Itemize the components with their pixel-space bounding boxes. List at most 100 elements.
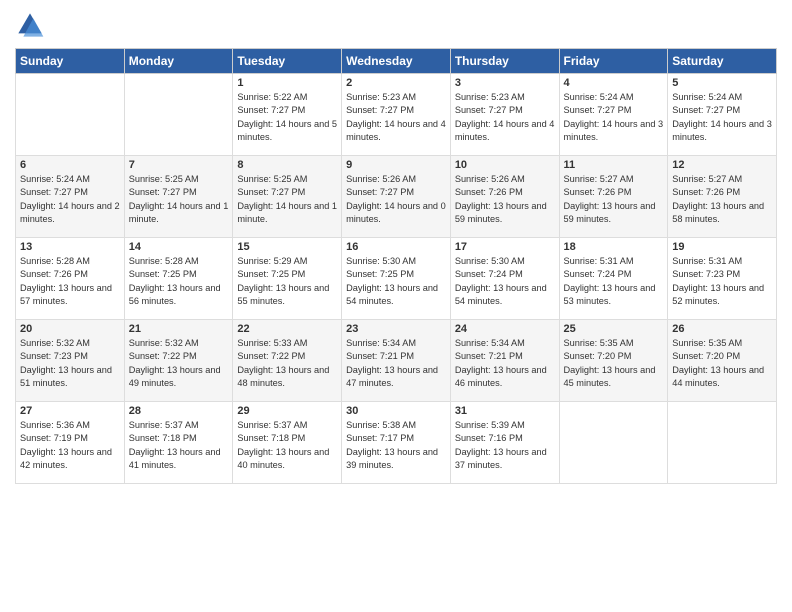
calendar-cell: 2 Sunrise: 5:23 AM Sunset: 7:27 PM Daylig… xyxy=(342,74,451,156)
day-info: Sunrise: 5:29 AM Sunset: 7:25 PM Dayligh… xyxy=(237,255,337,308)
day-number: 29 xyxy=(237,405,337,417)
calendar-cell: 11Sunrise: 5:27 AM Sunset: 7:26 PM Dayli… xyxy=(559,156,668,238)
weekday-header: Friday xyxy=(559,49,668,74)
calendar-week-row: 20 Sunrise: 5:32 AM Sunset: 7:23 PM Dayli… xyxy=(16,320,777,402)
day-info: Sunrise: 5:35 AM Sunset: 7:20 PM Dayligh… xyxy=(564,337,664,390)
calendar-cell: 22 Sunrise: 5:33 AM Sunset: 7:22 PM Dayli… xyxy=(233,320,342,402)
calendar-cell xyxy=(668,402,777,484)
calendar: SundayMondayTuesdayWednesdayThursdayFrid… xyxy=(15,48,777,484)
day-number: 21 xyxy=(129,323,229,335)
calendar-cell: 18 Sunrise: 5:31 AM Sunset: 7:24 PM Dayli… xyxy=(559,238,668,320)
day-info: Sunrise: 5:23 AM Sunset: 7:27 PM Dayligh… xyxy=(455,91,555,144)
calendar-cell: 20 Sunrise: 5:32 AM Sunset: 7:23 PM Dayli… xyxy=(16,320,125,402)
day-info: Sunrise: 5:24 AM Sunset: 7:27 PM Dayligh… xyxy=(564,91,664,144)
day-number: 5 xyxy=(672,77,772,89)
calendar-cell: 23 Sunrise: 5:34 AM Sunset: 7:21 PM Dayli… xyxy=(342,320,451,402)
day-info: Sunrise: 5:31 AM Sunset: 7:23 PM Dayligh… xyxy=(672,255,772,308)
calendar-cell: 15 Sunrise: 5:29 AM Sunset: 7:25 PM Dayli… xyxy=(233,238,342,320)
day-number: 16 xyxy=(346,241,446,253)
weekday-row: SundayMondayTuesdayWednesdayThursdayFrid… xyxy=(16,49,777,74)
day-number: 19 xyxy=(672,241,772,253)
weekday-header: Thursday xyxy=(450,49,559,74)
calendar-cell xyxy=(124,74,233,156)
weekday-header: Tuesday xyxy=(233,49,342,74)
calendar-cell: 24Sunrise: 5:34 AM Sunset: 7:21 PM Dayli… xyxy=(450,320,559,402)
day-info: Sunrise: 5:37 AM Sunset: 7:18 PM Dayligh… xyxy=(129,419,229,472)
calendar-cell: 25Sunrise: 5:35 AM Sunset: 7:20 PM Dayli… xyxy=(559,320,668,402)
logo xyxy=(15,10,49,40)
day-number: 6 xyxy=(20,159,120,171)
day-number: 24 xyxy=(455,323,555,335)
calendar-cell: 7Sunrise: 5:25 AM Sunset: 7:27 PM Daylig… xyxy=(124,156,233,238)
calendar-body: 1 Sunrise: 5:22 AM Sunset: 7:27 PM Daylig… xyxy=(16,74,777,484)
calendar-header: SundayMondayTuesdayWednesdayThursdayFrid… xyxy=(16,49,777,74)
day-info: Sunrise: 5:31 AM Sunset: 7:24 PM Dayligh… xyxy=(564,255,664,308)
calendar-cell: 28 Sunrise: 5:37 AM Sunset: 7:18 PM Dayli… xyxy=(124,402,233,484)
day-info: Sunrise: 5:32 AM Sunset: 7:23 PM Dayligh… xyxy=(20,337,120,390)
day-info: Sunrise: 5:30 AM Sunset: 7:25 PM Dayligh… xyxy=(346,255,446,308)
calendar-cell: 1 Sunrise: 5:22 AM Sunset: 7:27 PM Daylig… xyxy=(233,74,342,156)
calendar-cell: 27 Sunrise: 5:36 AM Sunset: 7:19 PM Dayli… xyxy=(16,402,125,484)
calendar-cell: 14 Sunrise: 5:28 AM Sunset: 7:25 PM Dayli… xyxy=(124,238,233,320)
calendar-week-row: 27 Sunrise: 5:36 AM Sunset: 7:19 PM Dayli… xyxy=(16,402,777,484)
weekday-header: Monday xyxy=(124,49,233,74)
day-info: Sunrise: 5:23 AM Sunset: 7:27 PM Dayligh… xyxy=(346,91,446,144)
day-info: Sunrise: 5:35 AM Sunset: 7:20 PM Dayligh… xyxy=(672,337,772,390)
day-number: 18 xyxy=(564,241,664,253)
calendar-cell: 3Sunrise: 5:23 AM Sunset: 7:27 PM Daylig… xyxy=(450,74,559,156)
calendar-cell xyxy=(559,402,668,484)
day-info: Sunrise: 5:24 AM Sunset: 7:27 PM Dayligh… xyxy=(20,173,120,226)
calendar-cell: 10Sunrise: 5:26 AM Sunset: 7:26 PM Dayli… xyxy=(450,156,559,238)
day-number: 26 xyxy=(672,323,772,335)
calendar-cell: 17Sunrise: 5:30 AM Sunset: 7:24 PM Dayli… xyxy=(450,238,559,320)
calendar-cell: 6 Sunrise: 5:24 AM Sunset: 7:27 PM Daylig… xyxy=(16,156,125,238)
day-number: 4 xyxy=(564,77,664,89)
day-number: 20 xyxy=(20,323,120,335)
calendar-cell: 21 Sunrise: 5:32 AM Sunset: 7:22 PM Dayli… xyxy=(124,320,233,402)
day-info: Sunrise: 5:34 AM Sunset: 7:21 PM Dayligh… xyxy=(346,337,446,390)
day-number: 13 xyxy=(20,241,120,253)
day-number: 2 xyxy=(346,77,446,89)
calendar-week-row: 6 Sunrise: 5:24 AM Sunset: 7:27 PM Daylig… xyxy=(16,156,777,238)
day-number: 12 xyxy=(672,159,772,171)
calendar-cell: 31Sunrise: 5:39 AM Sunset: 7:16 PM Dayli… xyxy=(450,402,559,484)
day-number: 8 xyxy=(237,159,337,171)
day-number: 1 xyxy=(237,77,337,89)
calendar-cell: 13 Sunrise: 5:28 AM Sunset: 7:26 PM Dayli… xyxy=(16,238,125,320)
day-info: Sunrise: 5:26 AM Sunset: 7:27 PM Dayligh… xyxy=(346,173,446,226)
logo-icon xyxy=(15,10,45,40)
day-info: Sunrise: 5:30 AM Sunset: 7:24 PM Dayligh… xyxy=(455,255,555,308)
day-number: 22 xyxy=(237,323,337,335)
day-number: 15 xyxy=(237,241,337,253)
calendar-cell: 12 Sunrise: 5:27 AM Sunset: 7:26 PM Dayli… xyxy=(668,156,777,238)
day-number: 27 xyxy=(20,405,120,417)
day-number: 28 xyxy=(129,405,229,417)
calendar-cell: 16 Sunrise: 5:30 AM Sunset: 7:25 PM Dayli… xyxy=(342,238,451,320)
day-info: Sunrise: 5:27 AM Sunset: 7:26 PM Dayligh… xyxy=(672,173,772,226)
day-info: Sunrise: 5:33 AM Sunset: 7:22 PM Dayligh… xyxy=(237,337,337,390)
day-number: 11 xyxy=(564,159,664,171)
calendar-week-row: 1 Sunrise: 5:22 AM Sunset: 7:27 PM Daylig… xyxy=(16,74,777,156)
page: SundayMondayTuesdayWednesdayThursdayFrid… xyxy=(0,0,792,612)
weekday-header: Saturday xyxy=(668,49,777,74)
day-info: Sunrise: 5:28 AM Sunset: 7:26 PM Dayligh… xyxy=(20,255,120,308)
day-number: 10 xyxy=(455,159,555,171)
day-info: Sunrise: 5:25 AM Sunset: 7:27 PM Dayligh… xyxy=(129,173,229,226)
weekday-header: Sunday xyxy=(16,49,125,74)
day-info: Sunrise: 5:32 AM Sunset: 7:22 PM Dayligh… xyxy=(129,337,229,390)
day-info: Sunrise: 5:28 AM Sunset: 7:25 PM Dayligh… xyxy=(129,255,229,308)
day-info: Sunrise: 5:39 AM Sunset: 7:16 PM Dayligh… xyxy=(455,419,555,472)
day-number: 14 xyxy=(129,241,229,253)
day-number: 23 xyxy=(346,323,446,335)
calendar-cell: 30Sunrise: 5:38 AM Sunset: 7:17 PM Dayli… xyxy=(342,402,451,484)
calendar-cell: 8Sunrise: 5:25 AM Sunset: 7:27 PM Daylig… xyxy=(233,156,342,238)
calendar-cell xyxy=(16,74,125,156)
day-info: Sunrise: 5:24 AM Sunset: 7:27 PM Dayligh… xyxy=(672,91,772,144)
day-info: Sunrise: 5:36 AM Sunset: 7:19 PM Dayligh… xyxy=(20,419,120,472)
day-info: Sunrise: 5:22 AM Sunset: 7:27 PM Dayligh… xyxy=(237,91,337,144)
calendar-week-row: 13 Sunrise: 5:28 AM Sunset: 7:26 PM Dayli… xyxy=(16,238,777,320)
day-info: Sunrise: 5:37 AM Sunset: 7:18 PM Dayligh… xyxy=(237,419,337,472)
calendar-cell: 19 Sunrise: 5:31 AM Sunset: 7:23 PM Dayli… xyxy=(668,238,777,320)
weekday-header: Wednesday xyxy=(342,49,451,74)
calendar-cell: 9Sunrise: 5:26 AM Sunset: 7:27 PM Daylig… xyxy=(342,156,451,238)
